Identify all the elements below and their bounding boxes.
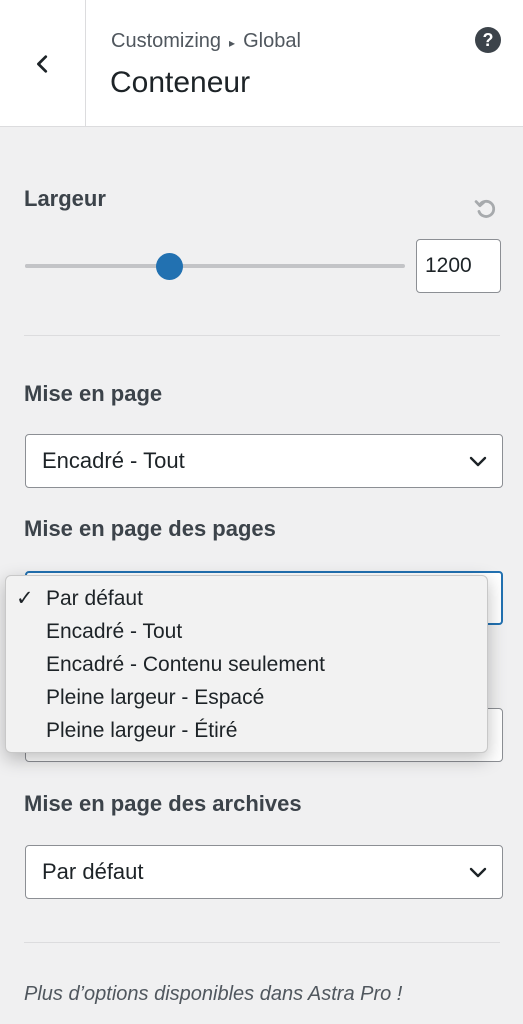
chevron-left-icon — [36, 54, 47, 73]
back-button[interactable] — [0, 0, 86, 127]
option-label: Encadré - Contenu seulement — [46, 652, 325, 676]
mise-en-page-archives-selected-value: Par défaut — [42, 859, 144, 884]
breadcrumb-item-global: Global — [243, 30, 301, 52]
reset-icon[interactable] — [472, 194, 500, 222]
largeur-number-input[interactable] — [416, 239, 501, 293]
dropdown-option[interactable]: Encadré - Tout — [6, 615, 487, 648]
astra-pro-note: Plus d’options disponibles dans Astra Pr… — [24, 983, 403, 1005]
option-label: Encadré - Tout — [46, 619, 183, 643]
option-label: Pleine largeur - Espacé — [46, 685, 265, 709]
mise-en-page-archives-label: Mise en page des archives — [24, 791, 302, 816]
breadcrumb-separator: ▸ — [229, 35, 236, 50]
largeur-slider-track[interactable] — [25, 264, 405, 268]
checkmark-icon: ✓ — [16, 587, 34, 610]
divider — [24, 942, 500, 943]
option-label: Pleine largeur - Étiré — [46, 718, 238, 742]
divider — [24, 335, 500, 336]
largeur-slider-thumb[interactable] — [155, 253, 183, 280]
mise-en-page-selected-value: Encadré - Tout — [42, 448, 185, 473]
mise-en-page-archives-select[interactable]: Par défaut — [25, 845, 503, 899]
breadcrumb: Customizing ▸ Global — [111, 30, 301, 53]
page-title: Conteneur — [110, 66, 251, 99]
dropdown-option[interactable]: Pleine largeur - Espacé — [6, 681, 487, 714]
option-label: Par défaut — [46, 586, 143, 610]
dropdown-option[interactable]: Encadré - Contenu seulement — [6, 648, 487, 681]
chevron-down-icon — [469, 867, 487, 878]
largeur-slider-fill — [25, 264, 170, 268]
customizer-header: Customizing ▸ Global Conteneur ? — [0, 0, 523, 127]
help-icon[interactable]: ? — [475, 27, 501, 53]
largeur-label: Largeur — [24, 186, 106, 211]
mise-en-page-label: Mise en page — [24, 381, 163, 406]
dropdown-option[interactable]: Pleine largeur - Étiré — [6, 714, 487, 747]
chevron-down-icon — [469, 456, 487, 467]
breadcrumb-item-customizing: Customizing — [111, 30, 222, 52]
mise-en-page-pages-label: Mise en page des pages — [24, 516, 276, 541]
mise-en-page-select[interactable]: Encadré - Tout — [25, 434, 503, 488]
dropdown-option[interactable]: ✓ Par défaut — [6, 582, 487, 615]
mise-en-page-pages-dropdown: ✓ Par défaut Encadré - Tout Encadré - Co… — [5, 575, 488, 753]
